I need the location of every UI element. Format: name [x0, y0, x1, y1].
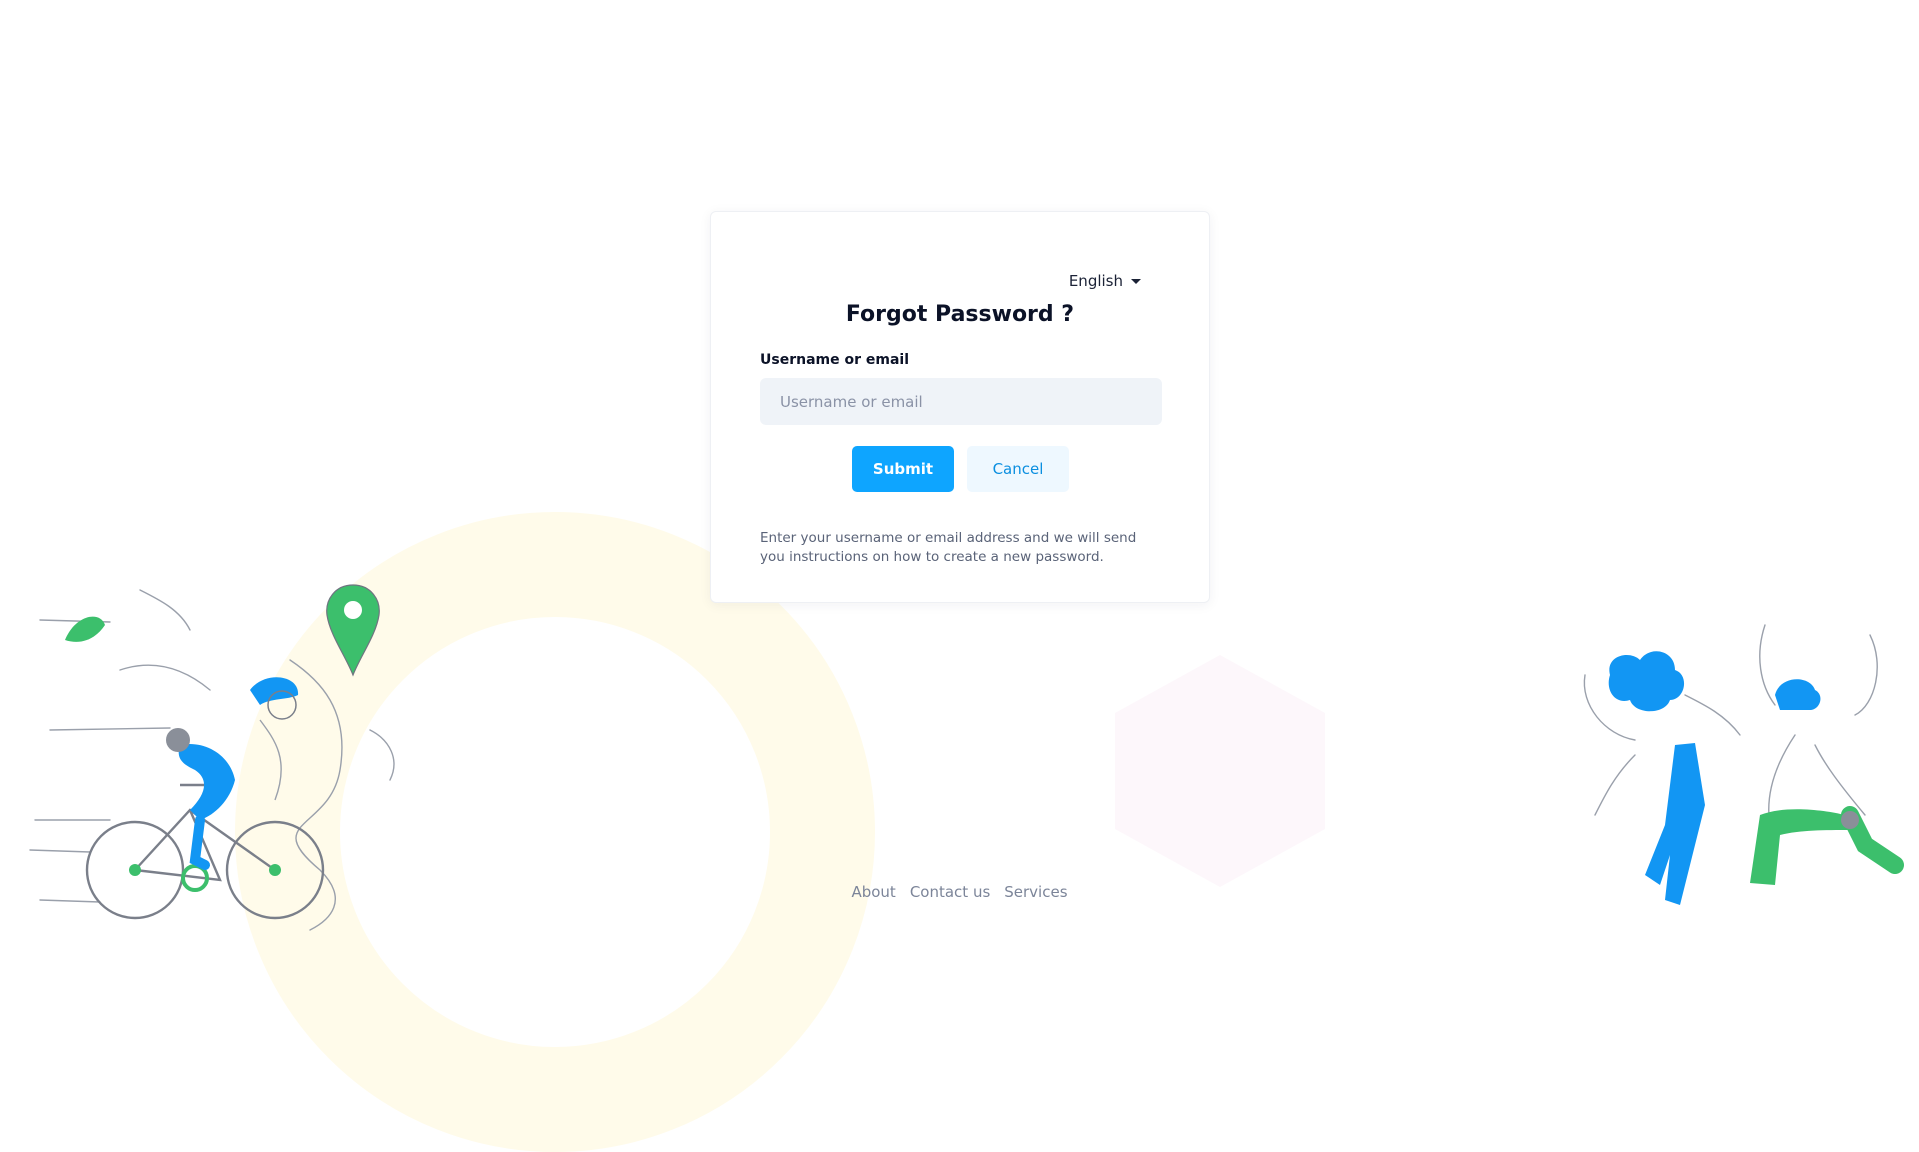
- language-dropdown[interactable]: English: [1069, 272, 1141, 290]
- help-text: Enter your username or email address and…: [760, 529, 1137, 565]
- forgot-password-card: English Forgot Password ? Username or em…: [710, 211, 1210, 603]
- background-hexagon-shape: [1115, 655, 1325, 887]
- cyclist-illustration: [29, 584, 395, 931]
- cancel-button[interactable]: Cancel: [967, 446, 1069, 492]
- chevron-down-icon: [1131, 278, 1141, 284]
- footer-nav: About Contact us Services: [0, 883, 1919, 901]
- footer-link-about[interactable]: About: [851, 883, 895, 901]
- language-selected-label: English: [1068, 272, 1123, 290]
- page-title: Forgot Password ?: [845, 302, 1075, 327]
- footer-link-services[interactable]: Services: [1004, 883, 1067, 901]
- footer-link-contact-us[interactable]: Contact us: [910, 883, 990, 901]
- username-or-email-input[interactable]: [760, 378, 1162, 425]
- username-field-label: Username or email: [760, 352, 909, 368]
- submit-button[interactable]: Submit: [852, 446, 954, 492]
